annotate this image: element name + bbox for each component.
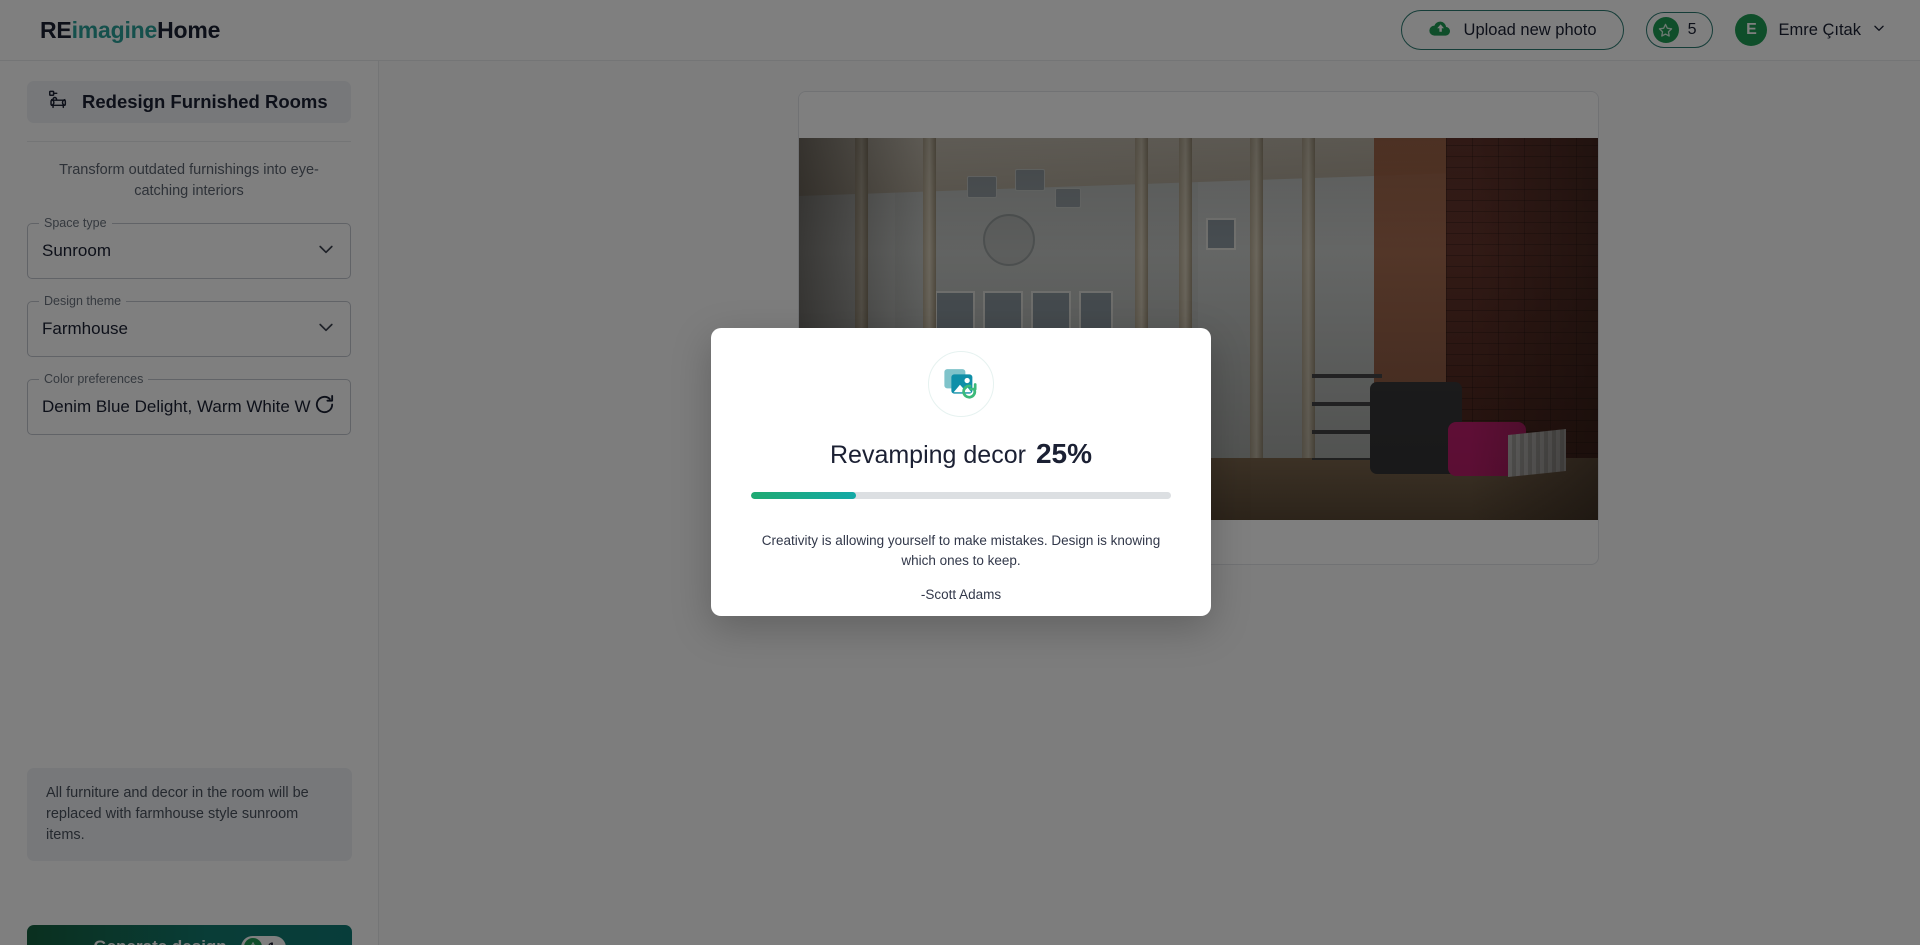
progress-bar-track bbox=[751, 492, 1171, 499]
progress-percent-label: 25% bbox=[1035, 438, 1092, 469]
image-refresh-icon bbox=[928, 351, 994, 417]
progress-status-text: Revamping decor bbox=[830, 441, 1026, 469]
generation-progress-dialog: Revamping decor 25% Creativity is allowi… bbox=[711, 328, 1211, 616]
inspirational-quote: Creativity is allowing yourself to make … bbox=[761, 533, 1161, 568]
progress-title: Revamping decor 25% bbox=[830, 438, 1092, 470]
progress-bar-fill bbox=[751, 492, 856, 499]
quote-author: -Scott Adams bbox=[920, 587, 1002, 603]
app-root: REimagineHome Upload new photo bbox=[0, 0, 1920, 945]
